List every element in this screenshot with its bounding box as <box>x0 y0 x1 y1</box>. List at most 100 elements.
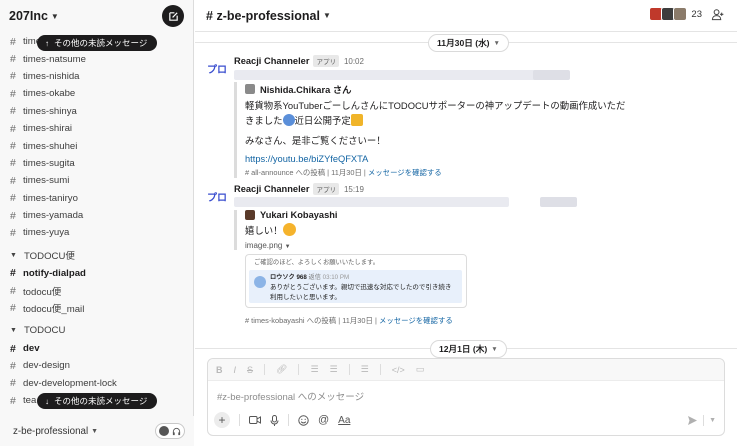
text-format-icon[interactable]: Aa <box>338 415 350 426</box>
huddle-toggle[interactable] <box>155 423 185 439</box>
sidebar-channel[interactable]: # dev-development-lock <box>0 375 194 392</box>
sidebar-channel[interactable]: # times-nishida <box>0 68 194 85</box>
member-avatars[interactable] <box>649 7 687 21</box>
message-timestamp[interactable]: 15:19 <box>344 185 364 194</box>
channel-title: z-be-professional <box>216 8 320 23</box>
sidebar-channel[interactable]: # times-sumi <box>0 172 194 189</box>
view-message-link[interactable]: メッセージを確認する <box>368 168 442 177</box>
microphone-icon[interactable] <box>270 414 279 426</box>
huddle-channel-select[interactable]: z-be-professional <box>13 426 88 437</box>
unread-messages-bottom-button[interactable]: ↓ その他の未読メッセージ <box>37 393 158 409</box>
shared-message-quote: Nishida.Chikara さん 軽貨物系YouTuberごーしんさんにTO… <box>234 82 664 179</box>
blockquote-icon[interactable]: ☰ <box>361 364 369 375</box>
channel-name: todocu便 <box>23 286 62 298</box>
date-divider-button[interactable]: 12月1日 (木) ▼ <box>430 340 507 358</box>
channel-header: # z-be-professional ▼ 23 <box>195 0 737 32</box>
attach-plus-button[interactable]: + <box>214 412 230 428</box>
sidebar-footer: z-be-professional ▼ <box>0 416 194 446</box>
file-name[interactable]: image.png ▼ <box>245 241 534 250</box>
sender-name[interactable]: Reacji Channeler <box>234 184 309 194</box>
date-label: 11月30日 (水) <box>437 38 490 48</box>
source-date: 11月30日 <box>331 168 362 178</box>
caret-down-icon: ▼ <box>10 251 17 259</box>
unread-label: その他の未読メッセージ <box>54 38 148 48</box>
sidebar-channel[interactable]: # times-shinya <box>0 103 194 120</box>
hash-icon: # <box>10 174 16 187</box>
emoji-icon[interactable] <box>298 414 309 426</box>
sidebar-channel[interactable]: # dev <box>0 340 194 357</box>
sidebar-channel[interactable]: # todocu便_mail <box>0 299 194 316</box>
app-badge: アプリ <box>313 55 339 67</box>
sidebar-channel[interactable]: # times-yuya <box>0 224 194 241</box>
avatar <box>254 276 266 288</box>
unread-label: その他の未読メッセージ <box>54 396 148 406</box>
channel-title-button[interactable]: # z-be-professional <box>206 9 320 23</box>
quote-author-name: Yukari Kobayashi <box>260 210 338 220</box>
channel-name: dev <box>23 343 40 355</box>
message-input[interactable]: #z-be-professional へのメッセージ <box>217 389 364 403</box>
source-channel[interactable]: # times-kobayashi への投稿 <box>245 316 336 325</box>
sidebar-channel[interactable]: # times-taniryo <box>0 190 194 207</box>
quote-meta: # times-kobayashi への投稿 | 11月30日 | メッセージを… <box>245 315 453 326</box>
channel-name: tea <box>23 395 37 407</box>
hash-icon: # <box>10 377 16 390</box>
sidebar: 207Inc ▼ #times-m #times-natsume #times-… <box>0 0 194 446</box>
code-icon[interactable]: </> <box>392 365 405 375</box>
youtube-link[interactable]: https://youtu.be/biZYfeQFXTA <box>245 154 664 164</box>
date-divider-button[interactable]: 11月30日 (水) ▼ <box>428 34 509 52</box>
view-message-link[interactable]: メッセージを確認する <box>379 316 453 325</box>
sidebar-channel[interactable]: # times-yamada <box>0 207 194 224</box>
hash-icon: # <box>10 122 16 135</box>
sidebar-channel[interactable]: # notify-dialpad <box>0 265 194 282</box>
send-icon[interactable] <box>687 415 698 426</box>
link-icon[interactable]: 🔗︎ <box>276 364 287 375</box>
video-icon[interactable] <box>249 415 261 425</box>
sidebar-channel[interactable]: # times-natsume <box>0 50 194 67</box>
bold-icon[interactable]: B <box>216 365 223 375</box>
sidebar-channel[interactable]: # dev-design <box>0 357 194 374</box>
quote-text: みなさん、是非ご覧くださいー！ <box>245 134 386 146</box>
section-header[interactable]: ▼ TODOCU便 <box>0 246 194 265</box>
channel-name: times-sugita <box>23 157 75 169</box>
code-block-icon[interactable]: ▭ <box>416 364 425 375</box>
sidebar-channel[interactable]: # times-okabe <box>0 85 194 102</box>
app-avatar[interactable]: プロ <box>207 61 227 76</box>
bulleted-list-icon[interactable]: ☰ <box>330 364 338 375</box>
member-count[interactable]: 23 <box>691 9 702 20</box>
message-timestamp[interactable]: 10:02 <box>344 57 364 66</box>
muscle-emoji-icon <box>350 113 363 126</box>
source-channel[interactable]: # all-announce への投稿 <box>245 168 325 177</box>
sidebar-channel[interactable]: # todocu便 <box>0 282 194 299</box>
app-badge: アプリ <box>313 183 339 195</box>
compose-icon <box>168 11 178 21</box>
sidebar-channel[interactable]: # times-shuhei <box>0 137 194 154</box>
toolbar-divider <box>298 364 300 375</box>
channel-name: times-shirai <box>23 123 73 135</box>
workspace-name[interactable]: 207Inc <box>9 9 48 23</box>
sender-name[interactable]: Reacji Channeler <box>234 56 309 66</box>
message-header: Reacji Channeler アプリ 10:02 <box>234 55 364 67</box>
app-avatar[interactable]: プロ <box>207 189 227 204</box>
channel-view: # z-be-professional ▼ 23 11月30日 (水) ▼ プロ … <box>195 0 737 446</box>
sidebar-channel[interactable]: # times-shirai <box>0 120 194 137</box>
quote-author[interactable]: Nishida.Chikara さん <box>245 82 664 96</box>
send-controls: ▼ <box>687 415 716 426</box>
mention-icon[interactable]: @ <box>318 414 329 426</box>
hash-icon: # <box>10 284 16 297</box>
add-member-icon[interactable] <box>711 8 724 21</box>
italic-icon[interactable]: I <box>234 365 237 375</box>
image-user-time: 03:10 PM <box>322 274 350 281</box>
quote-author[interactable]: Yukari Kobayashi <box>245 210 534 220</box>
channel-name: times-yamada <box>23 210 84 222</box>
image-attachment[interactable]: ご確認のほど、よろしくお願いいたします。 ロウソク 968 返信 03:10 P… <box>245 254 467 308</box>
sidebar-channel[interactable]: # times-sugita <box>0 155 194 172</box>
numbered-list-icon[interactable]: ☰ <box>310 364 318 375</box>
schedule-send-chevron-icon[interactable]: ▼ <box>709 417 716 424</box>
hash-icon: # <box>10 267 16 280</box>
section-header[interactable]: ▼ TODOCU <box>0 321 194 340</box>
strikethrough-icon[interactable]: S <box>247 365 253 375</box>
compose-button[interactable] <box>162 5 184 27</box>
hash-icon: # <box>10 35 16 48</box>
unread-messages-top-button[interactable]: ↑ その他の未読メッセージ <box>37 35 158 51</box>
hash-icon: # <box>10 157 16 170</box>
